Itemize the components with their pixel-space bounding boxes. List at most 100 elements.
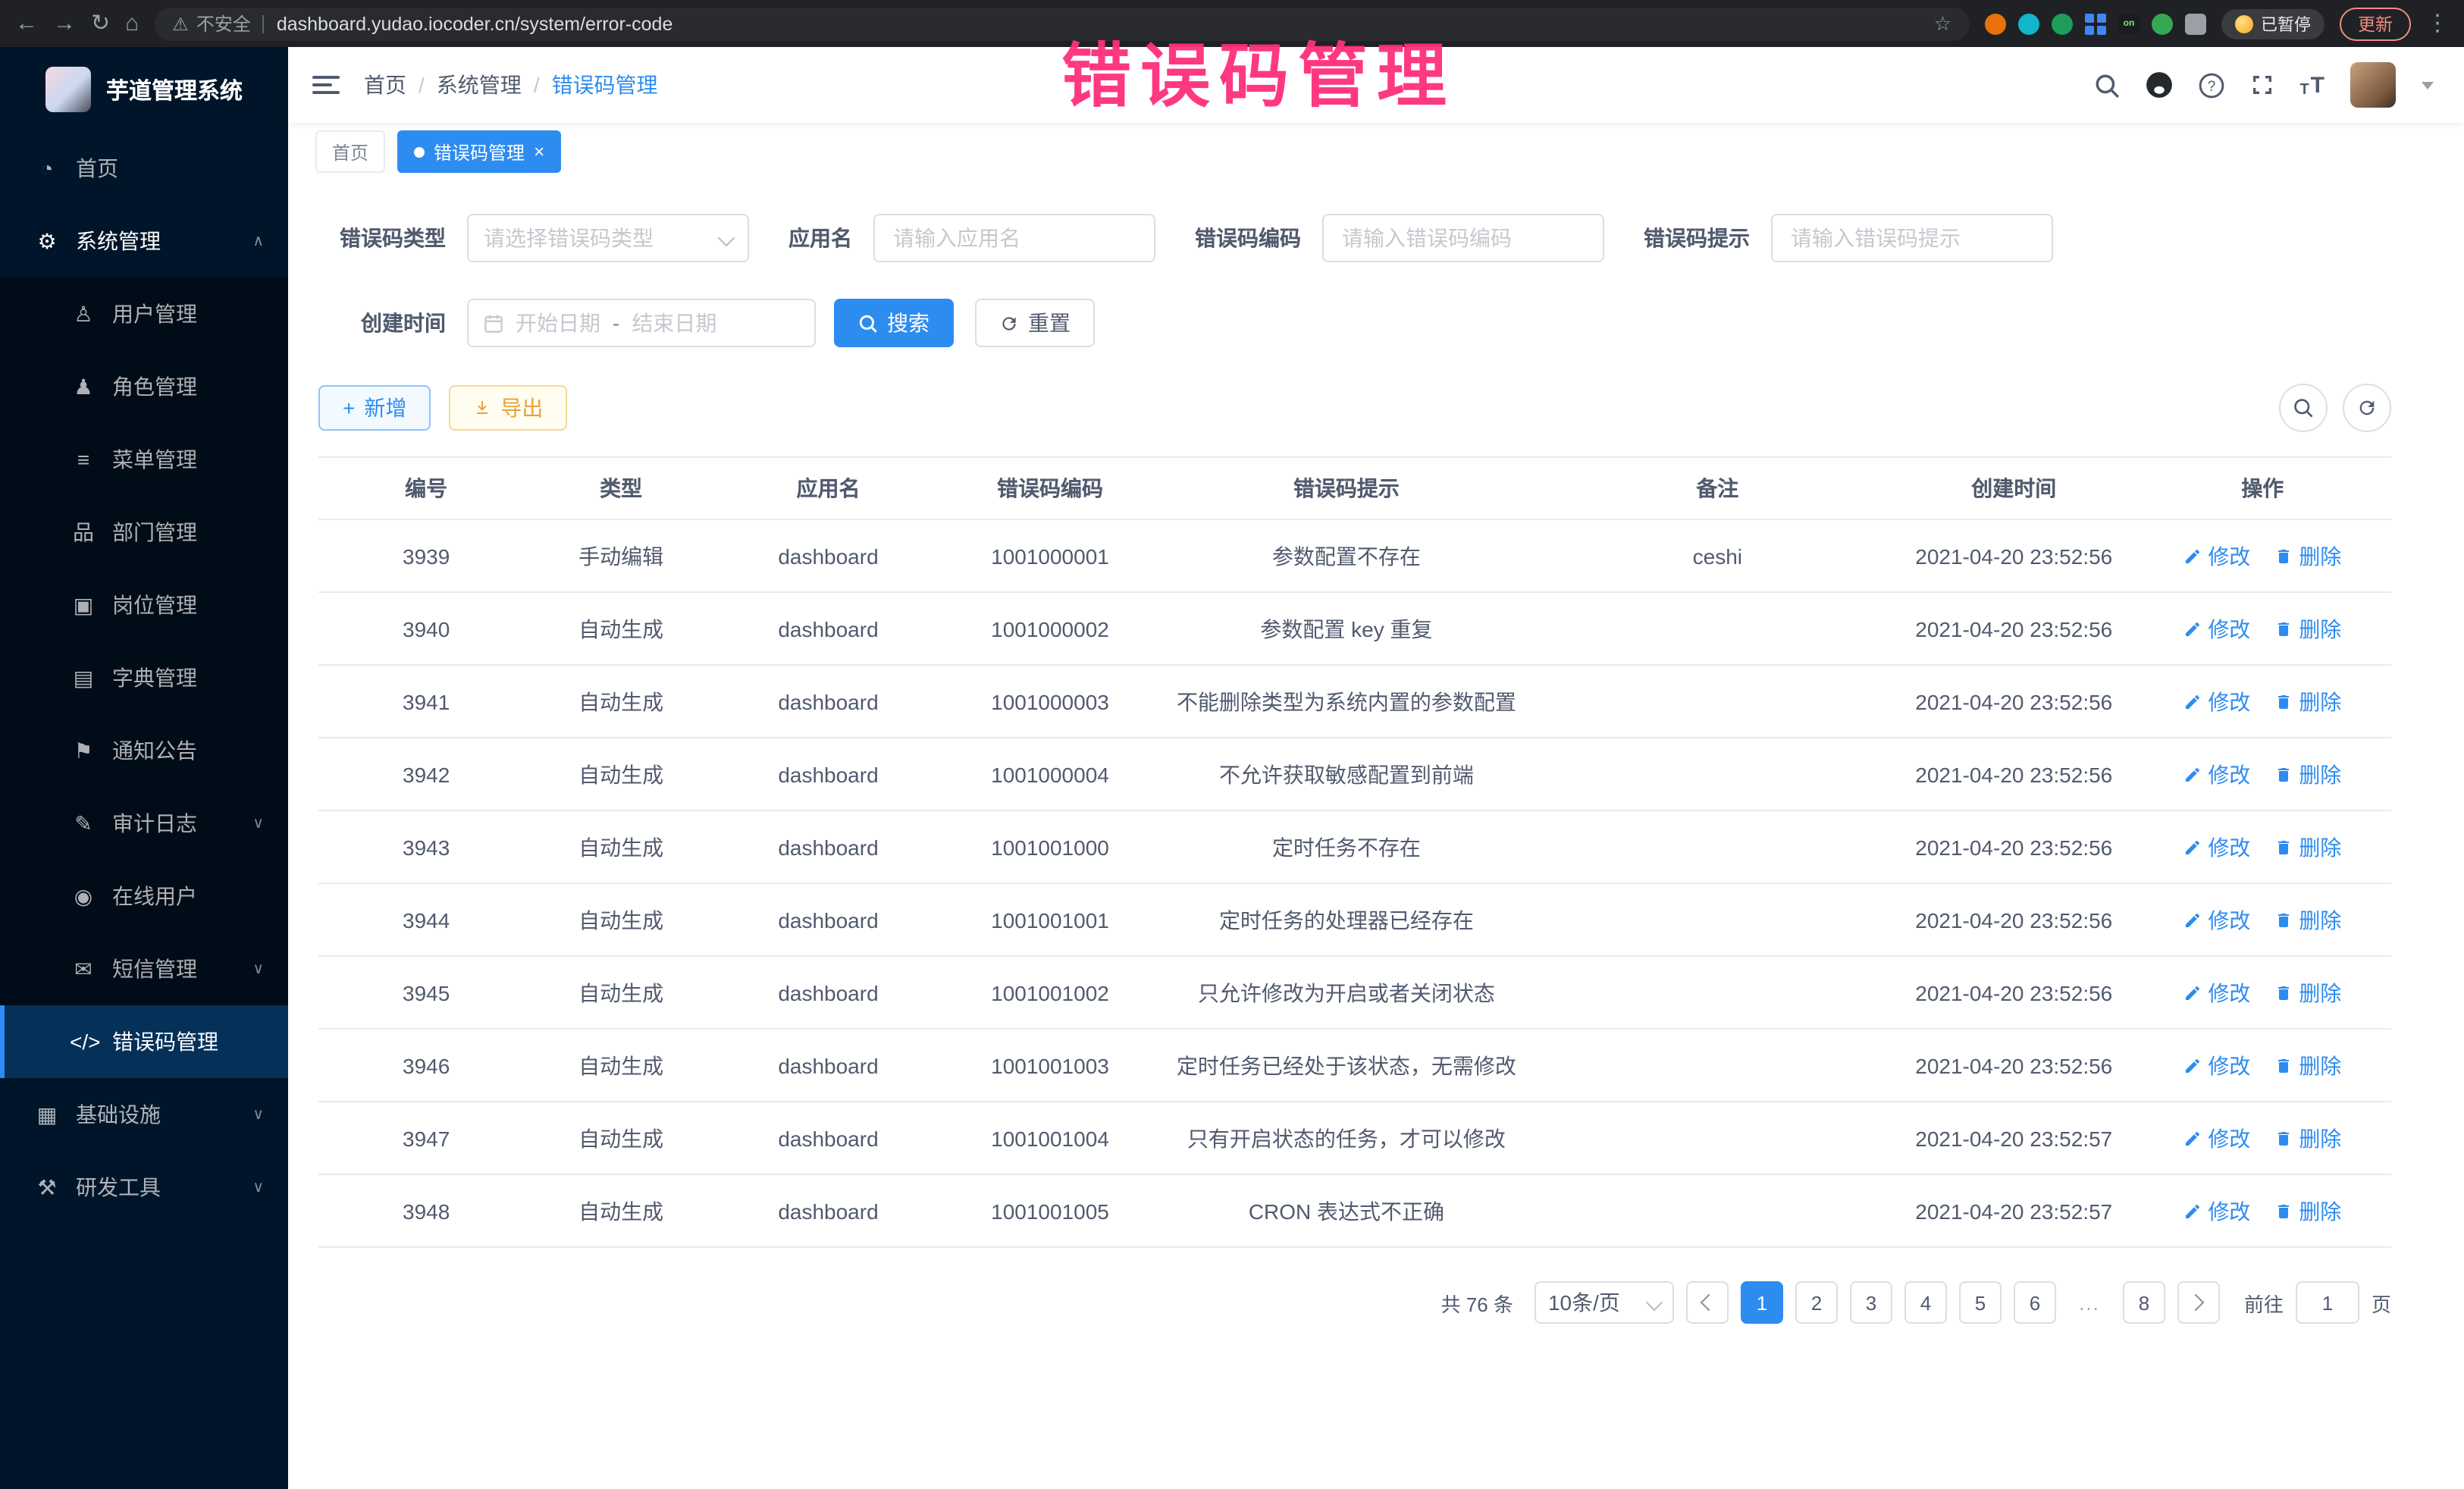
edit-link[interactable]: 修改	[2183, 832, 2250, 862]
edit-link[interactable]: 修改	[2183, 686, 2250, 716]
app-name-input[interactable]	[890, 224, 1139, 252]
browser-update-button[interactable]: 更新	[2340, 7, 2411, 40]
page-number-button[interactable]: 4	[1904, 1281, 1947, 1324]
forward-icon[interactable]: →	[53, 12, 76, 35]
edit-link[interactable]: 修改	[2183, 1050, 2250, 1080]
sidebar-item[interactable]: ▣ 岗位管理	[0, 569, 288, 641]
sidebar-item[interactable]: ◔ 首页	[0, 132, 288, 205]
delete-link[interactable]: 删除	[2274, 1123, 2341, 1153]
page-tab[interactable]: 错误码管理 ×	[397, 130, 561, 173]
sidebar-item[interactable]: ✎ 审计日志 ∨	[0, 787, 288, 860]
sidebar-item[interactable]: ⚑ 通知公告	[0, 714, 288, 787]
delete-link[interactable]: 删除	[2274, 977, 2341, 1008]
sidebar-item[interactable]: ⚒ 研发工具 ∨	[0, 1151, 288, 1224]
error-type-select[interactable]: 请选择错误码类型	[467, 214, 749, 262]
refresh-button[interactable]	[2343, 384, 2391, 432]
sidebar-item[interactable]: </> 错误码管理	[0, 1005, 288, 1078]
kebab-menu-icon[interactable]: ⋮	[2426, 12, 2449, 35]
page-number-button[interactable]: 8	[2123, 1281, 2165, 1324]
breadcrumb-system[interactable]: 系统管理	[437, 70, 522, 100]
end-date: 结束日期	[632, 308, 716, 338]
extension-icon[interactable]	[2018, 13, 2039, 34]
add-button[interactable]: + 新增	[318, 385, 431, 431]
back-icon[interactable]: ←	[15, 12, 38, 35]
page-number-button[interactable]: 5	[1959, 1281, 2002, 1324]
sidebar-item[interactable]: ♟ 角色管理	[0, 350, 288, 423]
vue-devtools-icon[interactable]	[2052, 13, 2073, 34]
page-number-button[interactable]: 2	[1795, 1281, 1838, 1324]
page-number-button[interactable]: 6	[2014, 1281, 2056, 1324]
hamburger-icon[interactable]	[312, 76, 340, 94]
page-size-select[interactable]: 10条/页	[1535, 1281, 1674, 1324]
export-button[interactable]: 导出	[449, 385, 567, 431]
error-code-input[interactable]	[1339, 224, 1588, 252]
delete-link[interactable]: 删除	[2274, 613, 2341, 644]
cell-hint: 参数配置不存在	[1152, 531, 1541, 580]
extension-icon[interactable]	[2152, 13, 2173, 34]
filter-label: 创建时间	[318, 308, 446, 338]
search-icon[interactable]	[2093, 72, 2119, 98]
user-avatar[interactable]	[2350, 62, 2396, 108]
sidebar-item[interactable]: ✉ 短信管理 ∨	[0, 933, 288, 1005]
filter-label: 错误码提示	[1644, 223, 1750, 253]
sidebar-item[interactable]: ⚙ 系统管理 ∧	[0, 205, 288, 277]
cell-time: 2021-04-20 23:52:57	[1894, 1190, 2134, 1232]
page-tab[interactable]: 首页 ×	[315, 130, 385, 173]
cell-id: 3943	[318, 826, 534, 868]
reset-button[interactable]: 重置	[975, 299, 1095, 347]
extension-icon[interactable]	[1985, 13, 2006, 34]
sidebar-item-label: 错误码管理	[112, 1027, 249, 1057]
logo[interactable]: 芋道管理系统	[0, 47, 288, 132]
fullscreen-icon[interactable]	[2249, 73, 2274, 97]
sidebar-item[interactable]: ◉ 在线用户	[0, 860, 288, 933]
sidebar-item[interactable]: 品 部门管理	[0, 496, 288, 569]
close-icon[interactable]: ×	[534, 141, 544, 162]
cell-type: 手动编辑	[534, 531, 708, 580]
date-range-picker[interactable]: 开始日期 - 结束日期	[467, 299, 816, 347]
extension-on-icon[interactable]: on	[2118, 13, 2140, 34]
profile-paused-badge[interactable]: 已暂停	[2221, 8, 2324, 39]
delete-link[interactable]: 删除	[2274, 904, 2341, 935]
edit-link[interactable]: 修改	[2183, 977, 2250, 1008]
edit-link[interactable]: 修改	[2183, 1196, 2250, 1226]
delete-link[interactable]: 删除	[2274, 1196, 2341, 1226]
home-icon[interactable]: ⌂	[125, 12, 139, 35]
bookmark-star-icon[interactable]: ☆	[1934, 14, 1951, 33]
next-page-button[interactable]	[2177, 1281, 2220, 1324]
reload-icon[interactable]: ↻	[91, 12, 110, 35]
error-hint-input[interactable]	[1788, 224, 2036, 252]
sidebar-item[interactable]: ≡ 菜单管理	[0, 423, 288, 496]
puzzle-extensions-icon[interactable]	[2185, 13, 2206, 34]
edit-link[interactable]: 修改	[2183, 541, 2250, 571]
delete-link[interactable]: 删除	[2274, 832, 2341, 862]
page-number-button[interactable]: ...	[2068, 1281, 2111, 1324]
delete-link[interactable]: 删除	[2274, 541, 2341, 571]
sidebar-menu: ◔ 首页 ⚙ 系统管理 ∧ ♙ 用户管理	[0, 132, 288, 1489]
help-icon[interactable]: ?	[2198, 72, 2224, 98]
sidebar-item[interactable]: ▤ 字典管理	[0, 641, 288, 714]
delete-link[interactable]: 删除	[2274, 759, 2341, 789]
breadcrumb-home[interactable]: 首页	[364, 70, 406, 100]
font-size-icon[interactable]: TT	[2299, 72, 2324, 98]
edit-link[interactable]: 修改	[2183, 904, 2250, 935]
security-status[interactable]: ⚠ 不安全	[172, 11, 251, 36]
extension-grid-icon[interactable]	[2085, 13, 2106, 34]
delete-link[interactable]: 删除	[2274, 1050, 2341, 1080]
page-number-button[interactable]: 1	[1741, 1281, 1783, 1324]
cell-remark: ceshi	[1541, 534, 1894, 577]
delete-link[interactable]: 删除	[2274, 686, 2341, 716]
edit-link[interactable]: 修改	[2183, 1123, 2250, 1153]
prev-page-button[interactable]	[1686, 1281, 1729, 1324]
edit-link[interactable]: 修改	[2183, 759, 2250, 789]
sidebar-item[interactable]: ♙ 用户管理	[0, 277, 288, 350]
search-toggle-button[interactable]	[2279, 384, 2328, 432]
total-count: 共 76 条	[1441, 1288, 1513, 1317]
github-icon[interactable]	[2145, 71, 2172, 99]
chevron-down-icon[interactable]	[2422, 81, 2434, 89]
goto-page-input[interactable]	[2296, 1281, 2359, 1324]
sidebar-item[interactable]: ▦ 基础设施 ∨	[0, 1078, 288, 1151]
page-number-button[interactable]: 3	[1850, 1281, 1892, 1324]
search-button[interactable]: 搜索	[834, 299, 954, 347]
cell-actions: 修改 删除	[2134, 750, 2391, 798]
edit-link[interactable]: 修改	[2183, 613, 2250, 644]
